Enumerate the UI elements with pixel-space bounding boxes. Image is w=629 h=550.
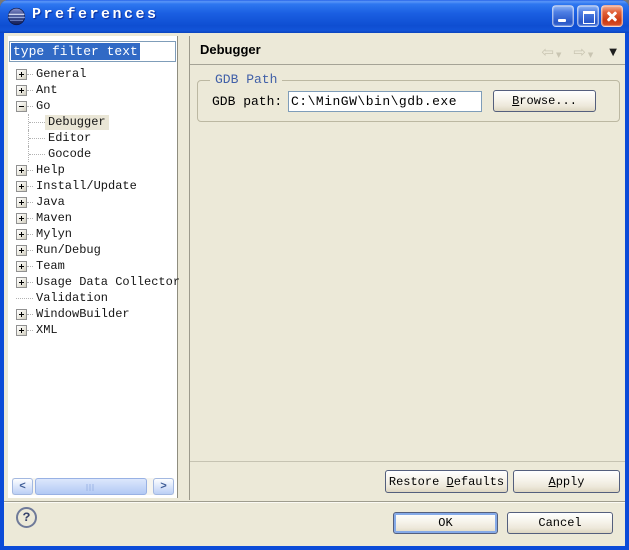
window-controls: [552, 5, 623, 27]
panel-sash[interactable]: [189, 36, 190, 500]
scroll-right-icon[interactable]: >: [153, 478, 174, 495]
eclipse-icon: [7, 7, 26, 26]
thumb-grip-icon: [87, 484, 96, 491]
tree-connector-dots: [29, 138, 45, 139]
tree-item-label: Go: [33, 99, 53, 114]
tree-item-help[interactable]: Help: [8, 162, 176, 178]
tree-item-label: Help: [33, 163, 68, 178]
ok-button[interactable]: OK: [393, 512, 498, 534]
browse-button[interactable]: Browse...: [493, 90, 596, 112]
tree-item-label: General: [33, 67, 89, 82]
page-navigation: ⇦ ▼ ⇨ ▼ ▼: [541, 45, 617, 60]
question-icon: ?: [23, 510, 31, 525]
left-panel: type filter text GeneralAntGoDebuggerEdi…: [8, 36, 178, 498]
gdb-path-group: GDB Path GDB path: Browse...: [197, 80, 620, 122]
tree-item-windowbuilder[interactable]: WindowBuilder: [8, 306, 176, 322]
page-bottom-separator: [190, 461, 625, 462]
tree-item-label: Install/Update: [33, 179, 140, 194]
tree-item-label: WindowBuilder: [33, 307, 133, 322]
back-arrow-icon[interactable]: ⇦: [541, 45, 554, 60]
expand-plus-icon[interactable]: [16, 165, 27, 176]
tree-item-label: Ant: [33, 83, 61, 98]
preference-tree: GeneralAntGoDebuggerEditorGocodeHelpInst…: [8, 66, 176, 338]
cancel-button[interactable]: Cancel: [507, 512, 613, 534]
tree-item-label: Team: [33, 259, 68, 274]
tree-item-editor[interactable]: Editor: [8, 130, 176, 146]
tree-item-label: Run/Debug: [33, 243, 104, 258]
scrollbar-thumb[interactable]: [35, 478, 147, 495]
restore-defaults-button[interactable]: Restore Defaults: [385, 470, 508, 493]
gdb-path-input[interactable]: [288, 91, 482, 112]
gdb-path-label: GDB path:: [212, 94, 282, 109]
expand-plus-icon[interactable]: [16, 245, 27, 256]
expand-plus-icon[interactable]: [16, 181, 27, 192]
tree-item-mylyn[interactable]: Mylyn: [8, 226, 176, 242]
window-title: Preferences: [32, 6, 159, 23]
page-title: Debugger: [200, 42, 261, 57]
back-dropdown-icon[interactable]: ▼: [556, 51, 561, 59]
titlebar: Preferences: [0, 0, 629, 33]
tree-connector-dots: [29, 154, 45, 155]
tree-item-label: Usage Data Collector: [33, 275, 183, 290]
tree-item-label: Maven: [33, 211, 75, 226]
tree-item-install-update[interactable]: Install/Update: [8, 178, 176, 194]
tree-item-go[interactable]: Go: [8, 98, 176, 114]
expand-plus-icon[interactable]: [16, 85, 27, 96]
view-menu-icon[interactable]: ▼: [609, 47, 617, 58]
tree-item-validation[interactable]: Validation: [8, 290, 176, 306]
expand-plus-icon[interactable]: [16, 213, 27, 224]
expand-plus-icon[interactable]: [16, 309, 27, 320]
maximize-button[interactable]: [577, 5, 599, 27]
tree-horizontal-scrollbar[interactable]: < >: [12, 478, 174, 495]
expand-plus-icon[interactable]: [16, 69, 27, 80]
help-button[interactable]: ?: [16, 507, 37, 528]
collapse-minus-icon[interactable]: [16, 101, 27, 112]
tree-item-label: Debugger: [45, 115, 109, 130]
tree-item-label: Gocode: [45, 147, 94, 162]
tree-connector-dots: [29, 122, 45, 123]
tree-item-label: Editor: [45, 131, 94, 146]
tree-item-maven[interactable]: Maven: [8, 210, 176, 226]
expand-plus-icon[interactable]: [16, 229, 27, 240]
header-separator: [190, 64, 625, 65]
tree-connector-dots: [16, 298, 33, 299]
forward-arrow-icon[interactable]: ⇨: [573, 45, 586, 60]
expand-plus-icon[interactable]: [16, 261, 27, 272]
tree-item-label: XML: [33, 323, 61, 338]
preferences-dialog: Preferences type filter text GeneralAntG…: [0, 0, 629, 550]
forward-dropdown-icon[interactable]: ▼: [588, 51, 593, 59]
close-button[interactable]: [601, 5, 623, 27]
group-title: GDB Path: [210, 72, 282, 87]
tree-item-run-debug[interactable]: Run/Debug: [8, 242, 176, 258]
tree-item-ant[interactable]: Ant: [8, 82, 176, 98]
expand-plus-icon[interactable]: [16, 277, 27, 288]
expand-plus-icon[interactable]: [16, 197, 27, 208]
tree-item-xml[interactable]: XML: [8, 322, 176, 338]
tree-item-general[interactable]: General: [8, 66, 176, 82]
tree-item-label: Mylyn: [33, 227, 75, 242]
tree-item-label: Java: [33, 195, 68, 210]
filter-input[interactable]: type filter text: [9, 41, 176, 62]
apply-button[interactable]: Apply: [513, 470, 620, 493]
tree-item-usage-data-collector[interactable]: Usage Data Collector: [8, 274, 176, 290]
tree-item-label: Validation: [33, 291, 111, 306]
dialog-body: type filter text GeneralAntGoDebuggerEdi…: [4, 33, 625, 546]
tree-item-gocode[interactable]: Gocode: [8, 146, 176, 162]
scroll-left-icon[interactable]: <: [12, 478, 33, 495]
tree-item-java[interactable]: Java: [8, 194, 176, 210]
minimize-button[interactable]: [552, 5, 574, 27]
expand-plus-icon[interactable]: [16, 325, 27, 336]
filter-selected-text: type filter text: [11, 43, 140, 60]
footer-separator: [4, 501, 625, 502]
tree-item-debugger[interactable]: Debugger: [8, 114, 176, 130]
tree-item-team[interactable]: Team: [8, 258, 176, 274]
